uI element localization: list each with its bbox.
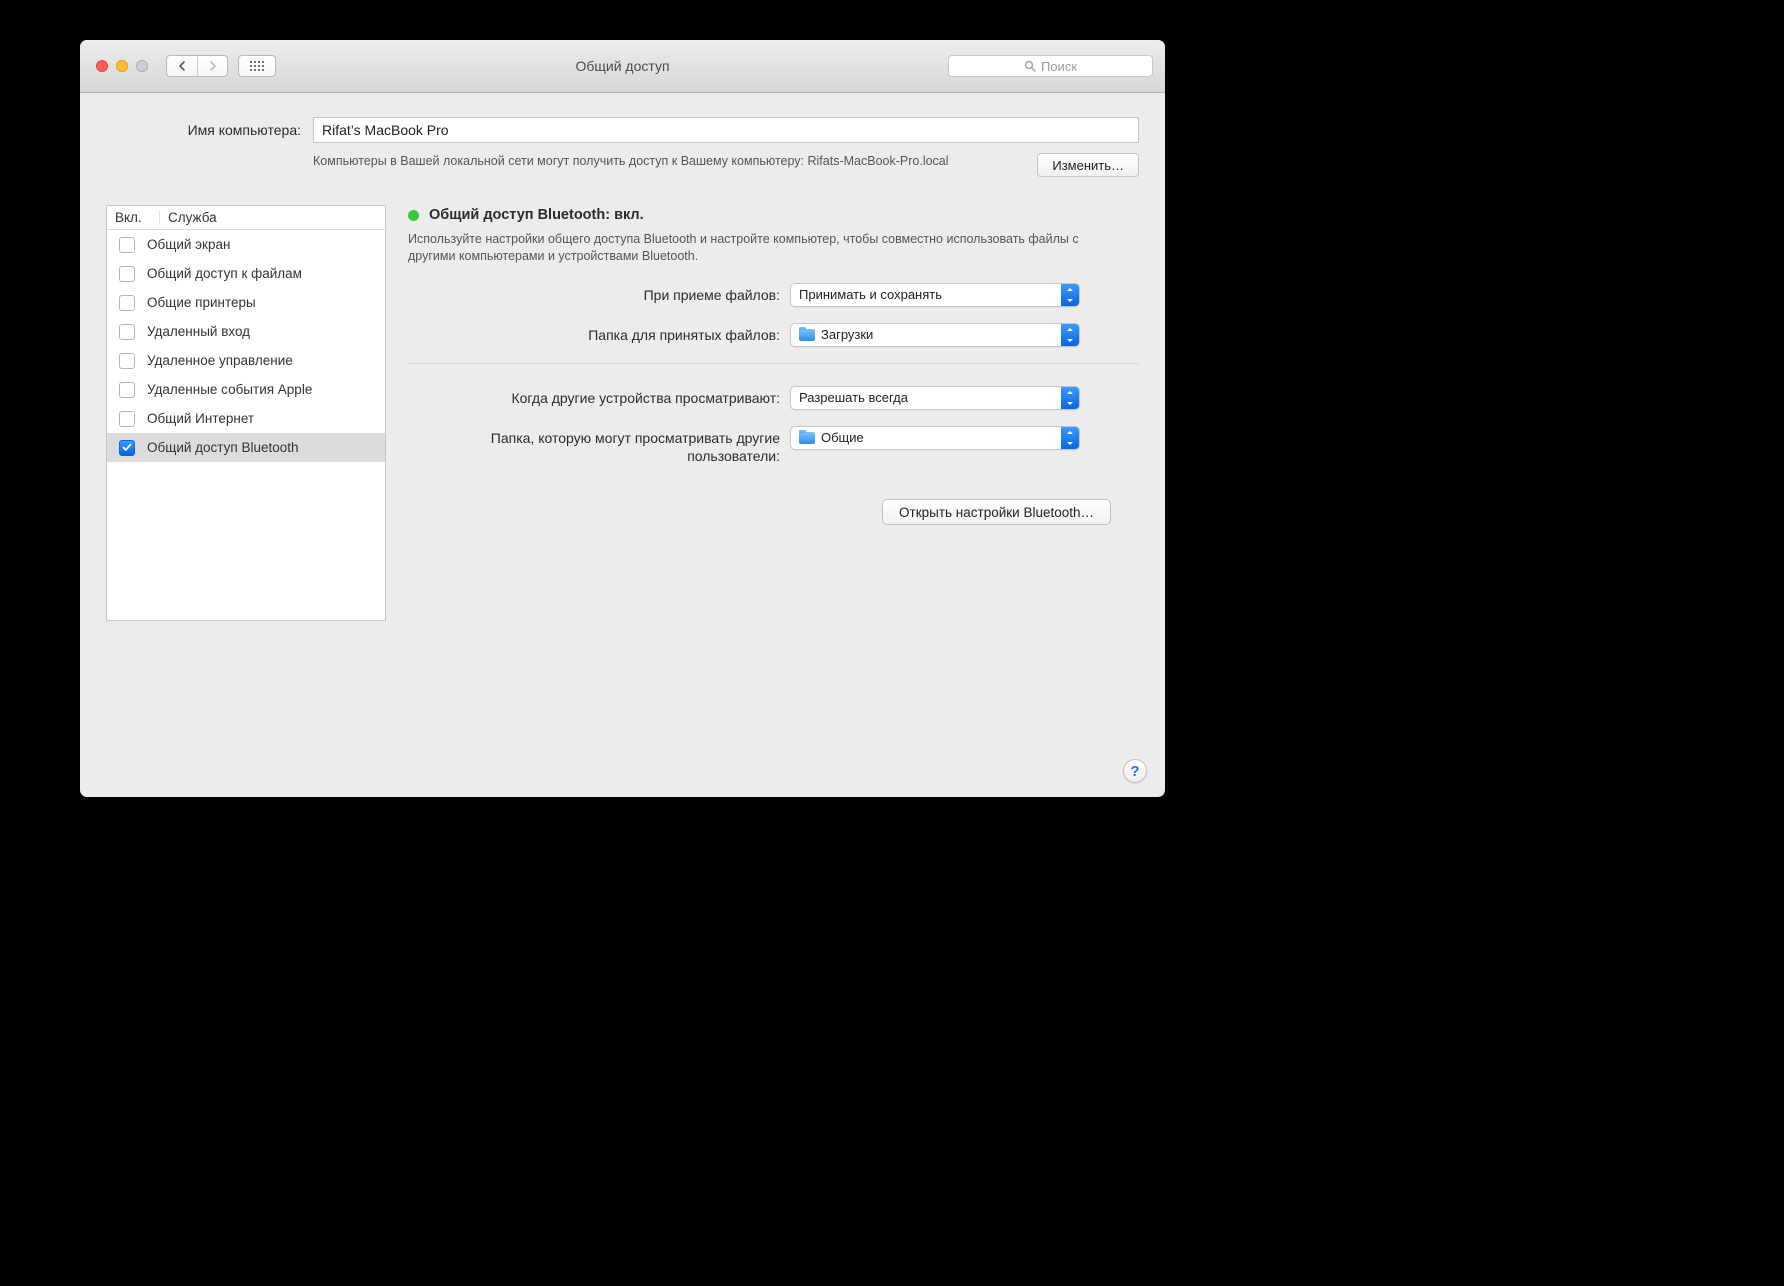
status-title: Общий доступ Bluetooth: вкл.: [429, 207, 644, 223]
folder-icon: [799, 329, 815, 341]
service-detail: Общий доступ Bluetooth: вкл. Используйте…: [408, 205, 1139, 621]
computer-name-label: Имя компьютера:: [106, 122, 301, 138]
service-row[interactable]: Общий доступ к файлам: [107, 259, 385, 288]
window-controls: [96, 60, 148, 72]
service-row[interactable]: Удаленное управление: [107, 346, 385, 375]
col-on-header: Вкл.: [107, 210, 159, 225]
show-all-button[interactable]: [238, 55, 276, 77]
search-input[interactable]: Поиск: [948, 55, 1153, 77]
service-row[interactable]: Удаленные события Apple: [107, 375, 385, 404]
browse-folder-value: Общие: [821, 430, 864, 445]
computer-name-field[interactable]: [313, 117, 1139, 143]
service-checkbox[interactable]: [119, 324, 135, 340]
computer-name-description: Компьютеры в Вашей локальной сети могут …: [313, 153, 1025, 170]
open-bluetooth-settings-button[interactable]: Открыть настройки Bluetooth…: [882, 499, 1111, 525]
receive-action-value: Принимать и сохранять: [799, 287, 942, 302]
nav-segmented: [166, 55, 228, 77]
help-button[interactable]: ?: [1123, 759, 1147, 783]
popup-stepper-icon: [1061, 427, 1079, 449]
service-checkbox[interactable]: [119, 382, 135, 398]
service-label: Удаленное управление: [147, 353, 293, 368]
divider: [408, 363, 1139, 364]
browse-folder-popup[interactable]: Общие: [790, 426, 1080, 450]
service-row[interactable]: Общий Интернет: [107, 404, 385, 433]
service-label: Общие принтеры: [147, 295, 256, 310]
popup-stepper-icon: [1061, 324, 1079, 346]
browse-action-label: Когда другие устройства просматривают:: [408, 390, 790, 406]
service-checkbox[interactable]: [119, 440, 135, 456]
body: Имя компьютера: Компьютеры в Вашей локал…: [80, 93, 1165, 797]
receive-folder-label: Папка для принятых файлов:: [408, 327, 790, 343]
col-service-header: Служба: [159, 210, 385, 225]
service-label: Общий Интернет: [147, 411, 254, 426]
service-checkbox[interactable]: [119, 353, 135, 369]
zoom-window-button: [136, 60, 148, 72]
back-button[interactable]: [167, 56, 197, 76]
edit-hostname-button[interactable]: Изменить…: [1037, 153, 1139, 177]
service-row[interactable]: Удаленный вход: [107, 317, 385, 346]
forward-button: [197, 56, 227, 76]
service-checkbox[interactable]: [119, 266, 135, 282]
popup-stepper-icon: [1061, 387, 1079, 409]
browse-action-value: Разрешать всегда: [799, 390, 908, 405]
chevron-right-icon: [209, 61, 217, 71]
receive-folder-value: Загрузки: [821, 327, 873, 342]
service-label: Удаленный вход: [147, 324, 250, 339]
search-icon: [1024, 60, 1036, 72]
service-row[interactable]: Общий экран: [107, 230, 385, 259]
browse-folder-label: Папка, которую могут просматривать други…: [408, 426, 790, 465]
search-placeholder: Поиск: [1041, 59, 1077, 74]
service-label: Удаленные события Apple: [147, 382, 312, 397]
receive-folder-popup[interactable]: Загрузки: [790, 323, 1080, 347]
services-header: Вкл. Служба: [107, 206, 385, 230]
service-description: Используйте настройки общего доступа Blu…: [408, 231, 1088, 265]
close-window-button[interactable]: [96, 60, 108, 72]
service-row[interactable]: Общие принтеры: [107, 288, 385, 317]
grid-icon: [250, 61, 264, 71]
browse-action-popup[interactable]: Разрешать всегда: [790, 386, 1080, 410]
popup-stepper-icon: [1061, 284, 1079, 306]
service-checkbox[interactable]: [119, 411, 135, 427]
minimize-window-button[interactable]: [116, 60, 128, 72]
service-label: Общий доступ к файлам: [147, 266, 302, 281]
sharing-prefpane-window: Общий доступ Поиск Имя компьютера: Компь…: [80, 40, 1165, 797]
service-row[interactable]: Общий доступ Bluetooth: [107, 433, 385, 462]
service-label: Общий экран: [147, 237, 230, 252]
titlebar: Общий доступ Поиск: [80, 40, 1165, 93]
services-table: Вкл. Служба Общий экран Общий доступ к фа…: [106, 205, 386, 621]
receive-action-popup[interactable]: Принимать и сохранять: [790, 283, 1080, 307]
chevron-left-icon: [178, 61, 186, 71]
service-label: Общий доступ Bluetooth: [147, 440, 299, 455]
service-checkbox[interactable]: [119, 237, 135, 253]
folder-icon: [799, 432, 815, 444]
status-indicator-icon: [408, 210, 419, 221]
receive-action-label: При приеме файлов:: [408, 287, 790, 303]
service-checkbox[interactable]: [119, 295, 135, 311]
